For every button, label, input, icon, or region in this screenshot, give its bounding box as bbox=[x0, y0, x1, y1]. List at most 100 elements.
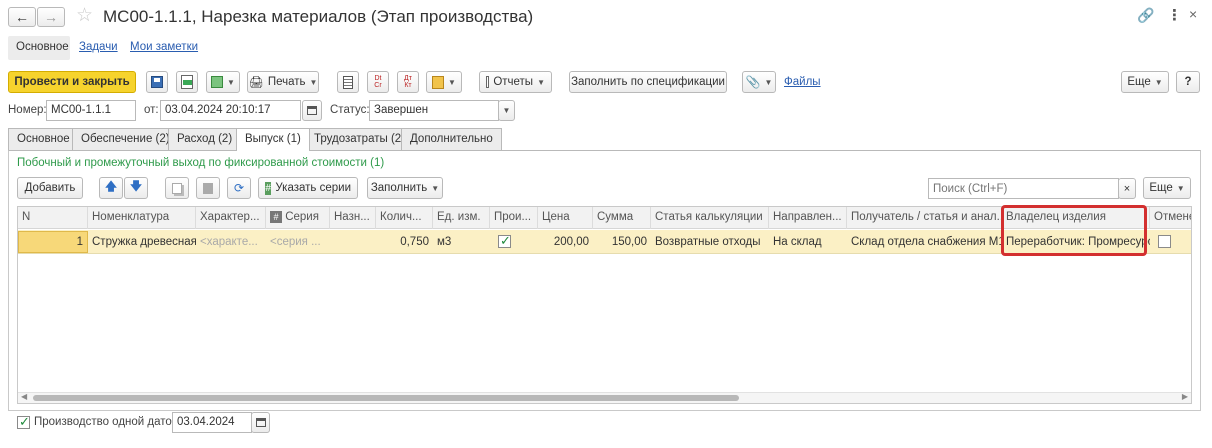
nav-item-tasks[interactable]: Задачи bbox=[79, 41, 118, 53]
cell-sum[interactable]: 150,00 bbox=[593, 232, 651, 253]
attach-button[interactable]: 📎 ▼ bbox=[742, 71, 776, 93]
print-button[interactable]: 🖨 Печать ▼ bbox=[247, 71, 319, 93]
copy-row-button[interactable] bbox=[165, 177, 189, 199]
cell-nomenclature[interactable]: Стружка древесная bbox=[88, 232, 196, 253]
cell-characteristic[interactable]: <характе... bbox=[196, 232, 266, 253]
cell-purpose[interactable] bbox=[330, 232, 376, 253]
one-date-label: Производство одной датой bbox=[34, 416, 179, 428]
column-header[interactable]: Номенклатура bbox=[88, 207, 196, 229]
share-icon: ⟳ bbox=[233, 181, 245, 195]
cell-direction[interactable]: На склад bbox=[769, 232, 847, 253]
scroll-right-icon[interactable]: ▶ bbox=[1182, 392, 1188, 401]
fill-button[interactable]: Заполнить ▼ bbox=[367, 177, 443, 199]
hash-icon: # bbox=[265, 181, 272, 195]
production-date-field[interactable]: 03.04.2024 bbox=[172, 412, 252, 433]
cell-cancelled[interactable] bbox=[1150, 231, 1191, 252]
column-header[interactable]: Характер... bbox=[196, 207, 266, 229]
cell-n[interactable]: 1 bbox=[18, 231, 88, 253]
cell-series[interactable]: <серия ... bbox=[266, 232, 330, 253]
cell-quantity[interactable]: 0,750 bbox=[376, 232, 433, 253]
scrollbar-thumb[interactable] bbox=[33, 395, 739, 401]
reports-button[interactable]: Отчеты ▼ bbox=[479, 71, 552, 93]
set-series-button[interactable]: # Указать серии bbox=[258, 177, 358, 199]
move-up-button[interactable]: 🡅 bbox=[99, 177, 123, 199]
arrow-down-icon: 🡇 bbox=[130, 180, 142, 193]
cell-price[interactable]: 200,00 bbox=[538, 232, 593, 253]
column-header[interactable]: Колич... bbox=[376, 207, 433, 229]
accounting-entries-button[interactable]: Дт Кт bbox=[397, 71, 419, 93]
paste-row-button[interactable] bbox=[196, 177, 220, 199]
more-vertical-icon[interactable]: ⋮ bbox=[1167, 6, 1182, 24]
movements-button[interactable] bbox=[337, 71, 359, 93]
forward-button[interactable]: → bbox=[37, 7, 65, 27]
window-title: МС00-1.1.1, Нарезка материалов (Этап про… bbox=[103, 7, 534, 26]
reports-label: Отчеты bbox=[493, 76, 534, 88]
calendar-button[interactable] bbox=[302, 100, 322, 121]
column-header[interactable]: Назн... bbox=[330, 207, 376, 229]
chevron-down-icon: ▼ bbox=[1176, 183, 1185, 193]
tab-consumption[interactable]: Расход (2) bbox=[168, 128, 242, 150]
column-header[interactable]: Прои... bbox=[490, 207, 538, 229]
number-field[interactable]: МС00-1.1.1 bbox=[46, 100, 136, 121]
column-header[interactable]: Отмене bbox=[1150, 207, 1191, 229]
create-based-on-button[interactable]: ▼ bbox=[206, 71, 240, 93]
help-button[interactable]: ? bbox=[1176, 71, 1200, 93]
share-button[interactable]: ⟳ bbox=[227, 177, 251, 199]
post-and-close-button[interactable]: Провести и закрыть bbox=[8, 71, 136, 93]
chevron-down-icon: ▼ bbox=[537, 77, 545, 87]
save-button[interactable] bbox=[146, 71, 168, 93]
horizontal-scrollbar[interactable]: ◀ ▶ bbox=[18, 392, 1191, 403]
column-header[interactable]: N bbox=[18, 207, 88, 229]
calendar-icon bbox=[307, 106, 317, 115]
column-header[interactable]: Цена bbox=[538, 207, 593, 229]
close-icon[interactable]: × bbox=[1189, 6, 1197, 22]
date-field[interactable]: 03.04.2024 20:10:17 bbox=[160, 100, 301, 121]
table-more-button[interactable]: Еще ▼ bbox=[1143, 177, 1191, 199]
tab-labor[interactable]: Трудозатраты (2) bbox=[305, 128, 414, 150]
debit-credit-button[interactable]: Dt Cr bbox=[367, 71, 389, 93]
tab-main[interactable]: Основное bbox=[8, 128, 79, 150]
nav-item-notes[interactable]: Мои заметки bbox=[130, 41, 198, 53]
production-date-calendar-button[interactable] bbox=[251, 412, 270, 433]
fill-by-spec-button[interactable]: Заполнить по спецификации bbox=[569, 71, 727, 93]
link-icon[interactable]: 🔗 bbox=[1137, 7, 1154, 24]
cancelled-checkbox[interactable] bbox=[1158, 235, 1171, 248]
move-down-button[interactable]: 🡇 bbox=[124, 177, 148, 199]
favorite-star-icon[interactable]: ☆ bbox=[76, 4, 93, 27]
column-header[interactable]: Ед. изм. bbox=[433, 207, 490, 229]
column-header[interactable]: Получатель / статья и анал... bbox=[847, 207, 1002, 229]
clear-search-button[interactable]: × bbox=[1118, 178, 1136, 199]
chevron-down-icon: ▼ bbox=[448, 77, 456, 87]
cell-recipient[interactable]: Склад отдела снабжения М1 bbox=[847, 232, 1002, 253]
table-more-label: Еще bbox=[1149, 182, 1173, 194]
column-header-series[interactable]: # Серия bbox=[266, 207, 330, 229]
status-select[interactable]: Завершен bbox=[369, 100, 499, 121]
cell-produced[interactable]: ✓ bbox=[490, 231, 538, 252]
paste-icon bbox=[203, 182, 213, 194]
related-docs-button[interactable]: ▼ bbox=[426, 71, 462, 93]
files-link[interactable]: Файлы bbox=[784, 76, 821, 88]
tab-output[interactable]: Выпуск (1) bbox=[236, 128, 310, 151]
post-button[interactable] bbox=[176, 71, 198, 93]
nav-item-main[interactable]: Основное bbox=[8, 36, 70, 60]
date-label: от: bbox=[144, 104, 159, 116]
arrow-up-icon: 🡅 bbox=[105, 180, 117, 193]
tab-supply[interactable]: Обеспечение (2) bbox=[72, 128, 179, 150]
status-dropdown-button[interactable]: ▼ bbox=[498, 100, 515, 121]
back-button[interactable]: ← bbox=[8, 7, 36, 27]
more-button[interactable]: Еще ▼ bbox=[1121, 71, 1169, 93]
one-date-checkbox[interactable]: ✓ bbox=[17, 414, 30, 430]
cell-unit[interactable]: м3 bbox=[433, 232, 490, 253]
add-row-button[interactable]: Добавить bbox=[17, 177, 83, 199]
column-header[interactable]: Статья калькуляции bbox=[651, 207, 769, 229]
column-header[interactable]: Направлен... bbox=[769, 207, 847, 229]
one-date-check[interactable]: ✓ bbox=[17, 414, 30, 430]
number-label: Номер: bbox=[8, 104, 47, 116]
cell-cost-item[interactable]: Возвратные отходы bbox=[651, 232, 769, 253]
column-header[interactable]: Сумма bbox=[593, 207, 651, 229]
dt-kt-ru-icon: Дт Кт bbox=[404, 75, 412, 89]
scroll-left-icon[interactable]: ◀ bbox=[21, 392, 27, 401]
search-input[interactable] bbox=[928, 178, 1119, 199]
tab-additional[interactable]: Дополнительно bbox=[401, 128, 502, 150]
produced-checkbox[interactable]: ✓ bbox=[498, 233, 511, 248]
